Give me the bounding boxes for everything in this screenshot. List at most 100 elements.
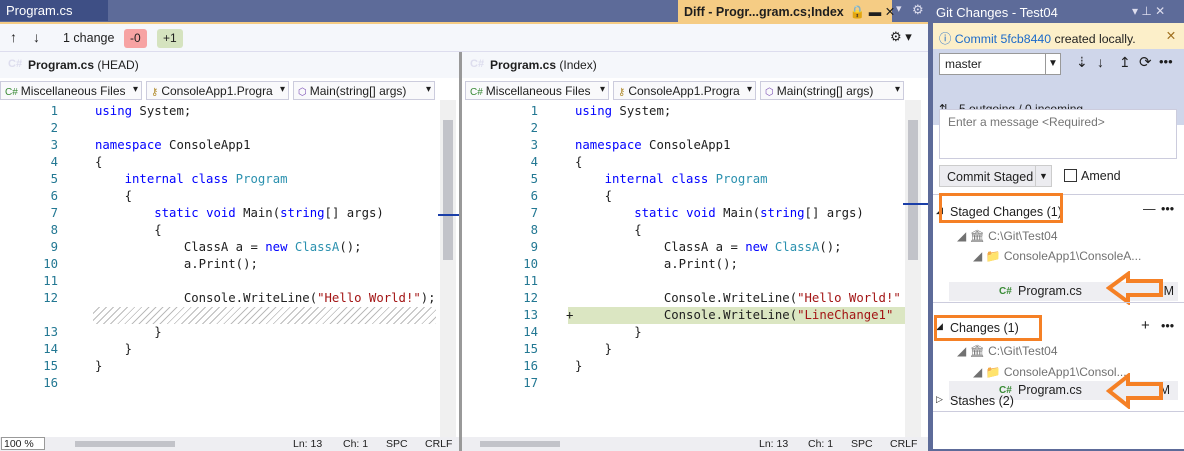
commit-message-input[interactable]: [939, 109, 1177, 159]
indent-mode[interactable]: SPC: [851, 438, 873, 450]
code-line[interactable]: 6 {: [0, 188, 439, 205]
code-line[interactable]: 1 using System;: [0, 103, 439, 120]
code-line[interactable]: 9 ClassA a = new ClassA();: [0, 239, 439, 256]
line-number: 12: [523, 291, 538, 305]
left-vertical-scrollbar[interactable]: [440, 100, 456, 437]
column-number: Ch: 1: [808, 438, 834, 450]
code-line[interactable]: 9 ClassA a = new ClassA();: [480, 239, 908, 256]
line-ending[interactable]: CRLF: [890, 438, 917, 450]
pull-icon[interactable]: ↓: [1097, 54, 1104, 70]
code-line[interactable]: 1 using System;: [480, 103, 908, 120]
folder-node[interactable]: ◢ 📁 ConsoleApp1\ConsoleA...: [973, 249, 1141, 263]
class-dropdown[interactable]: ⚷ ConsoleApp1.Progra: [146, 81, 289, 100]
code-line[interactable]: 8 {: [0, 222, 439, 239]
code-line[interactable]: 2: [480, 120, 908, 137]
code-line[interactable]: 13 + Console.WriteLine("LineChange1": [523, 307, 920, 324]
code-token: class: [191, 172, 236, 186]
code-line[interactable]: 14 }: [0, 341, 439, 358]
code-line[interactable]: 12 Console.WriteLine("Hello World!": [480, 290, 908, 307]
code-line[interactable]: [93, 307, 436, 324]
gear-icon[interactable]: ⚙: [912, 2, 924, 18]
line-number: Ln: 13: [293, 438, 323, 450]
code-line[interactable]: 4{: [480, 154, 908, 171]
push-icon[interactable]: ↥: [1119, 54, 1131, 71]
code-line[interactable]: 7 static void Main(string[] args): [0, 205, 439, 222]
code-line[interactable]: 3 namespace ConsoleApp1: [0, 137, 439, 154]
tab-list-dropdown-icon[interactable]: ▾: [896, 2, 902, 15]
more-icon[interactable]: •••: [1161, 202, 1174, 216]
right-horizontal-scrollbar[interactable]: [480, 441, 560, 447]
code-line[interactable]: 12 Console.WriteLine("Hello World!");: [0, 290, 439, 307]
code-line[interactable]: 11: [480, 273, 908, 290]
highlight-box: [939, 193, 1063, 223]
line-ending[interactable]: CRLF: [425, 438, 452, 450]
zoom-dropdown[interactable]: 100 %: [1, 437, 45, 450]
commit-link[interactable]: 5fcb8440: [1001, 32, 1052, 46]
fetch-icon[interactable]: ⇣: [1076, 54, 1088, 71]
code-token: ();: [819, 240, 842, 254]
left-horizontal-scrollbar[interactable]: [75, 441, 175, 447]
repo-node[interactable]: ◢ 🏛 C:\Git\Test04: [957, 344, 1058, 358]
tab-diff[interactable]: Diff - Progr...gram.cs;Index 🔒 ▬ ✕: [678, 0, 895, 22]
project-dropdown[interactable]: C# Miscellaneous Files: [0, 81, 142, 100]
diff-tab-icons[interactable]: 🔒 ▬ ✕: [850, 5, 895, 19]
tab-program-cs[interactable]: Program.cs: [0, 0, 108, 21]
code-line[interactable]: 4{: [0, 154, 439, 171]
more-icon[interactable]: •••: [1161, 319, 1174, 333]
code-token: ClassA a =: [95, 240, 266, 254]
code-line[interactable]: 6 {: [480, 188, 908, 205]
more-icon[interactable]: •••: [1159, 54, 1173, 69]
close-icon[interactable]: ✕: [1166, 29, 1176, 43]
diff-settings-button[interactable]: ⚙ ▾: [890, 29, 912, 45]
code-line[interactable]: 16}: [480, 358, 908, 375]
code-line[interactable]: 5 internal class Program: [480, 171, 908, 188]
amend-checkbox[interactable]: [1064, 169, 1077, 182]
commit-staged-button[interactable]: Commit Staged ▼: [939, 165, 1052, 187]
line-number: 7: [530, 206, 538, 220]
folder-node[interactable]: ◢ 📁 ConsoleApp1\Consol...: [973, 365, 1127, 379]
project-dropdown[interactable]: C# Miscellaneous Files: [465, 81, 609, 100]
code-line[interactable]: 13 }: [0, 324, 439, 341]
line-number: 1: [530, 104, 538, 118]
code-line[interactable]: 10 a.Print();: [480, 256, 908, 273]
panel-window-buttons[interactable]: ▾ ⊥ ✕: [1132, 4, 1165, 18]
class-dropdown[interactable]: ⚷ ConsoleApp1.Progra: [613, 81, 756, 100]
code-token: using: [575, 104, 620, 118]
right-vertical-scrollbar[interactable]: [905, 100, 921, 437]
stage-all-icon[interactable]: +: [1141, 317, 1150, 334]
line-number: 14: [523, 325, 538, 339]
expand-icon[interactable]: ▷: [936, 394, 943, 405]
code-line[interactable]: 17: [480, 375, 908, 392]
stashes-header[interactable]: Stashes (2): [950, 394, 1014, 408]
code-line[interactable]: 7 static void Main(string[] args): [480, 205, 908, 222]
code-token: class: [671, 172, 716, 186]
left-file-header: C# Program.cs (HEAD): [0, 52, 459, 78]
code-line[interactable]: 3 namespace ConsoleApp1: [480, 137, 908, 154]
indent-mode[interactable]: SPC: [386, 438, 408, 450]
code-line[interactable]: 11: [0, 273, 439, 290]
info-icon: ⓘ: [939, 32, 952, 46]
next-change-button[interactable]: ↓: [33, 29, 40, 45]
chevron-down-icon[interactable]: ▼: [1035, 166, 1051, 186]
member-dropdown[interactable]: ⬡ Main(string[] args): [760, 81, 904, 100]
code-line[interactable]: 2: [0, 120, 439, 137]
folder-path: ConsoleApp1\ConsoleA...: [1003, 249, 1142, 263]
code-text: Console.WriteLine("LineChange1": [575, 307, 894, 324]
code-line[interactable]: 5 internal class Program: [0, 171, 439, 188]
repo-node[interactable]: ◢ 🏛 C:\Git\Test04: [957, 229, 1058, 243]
unstage-all-icon[interactable]: —: [1143, 202, 1156, 216]
code-line[interactable]: 8 {: [480, 222, 908, 239]
code-line[interactable]: 15}: [0, 358, 439, 375]
previous-change-button[interactable]: ↑: [10, 29, 17, 45]
branch-name: master: [945, 57, 982, 71]
code-line[interactable]: 14 }: [480, 324, 908, 341]
class-label: ConsoleApp1.Progra: [161, 84, 273, 98]
sync-icon[interactable]: ⟳: [1139, 53, 1152, 71]
branch-dropdown[interactable]: master ▼: [939, 53, 1061, 75]
code-line[interactable]: 15 }: [480, 341, 908, 358]
member-label: Main(string[] args): [776, 84, 874, 98]
code-line[interactable]: 16: [0, 375, 439, 392]
code-line[interactable]: 10 a.Print();: [0, 256, 439, 273]
member-dropdown[interactable]: ⬡ Main(string[] args): [293, 81, 435, 100]
code-text: Console.WriteLine("Hello World!": [575, 290, 901, 307]
